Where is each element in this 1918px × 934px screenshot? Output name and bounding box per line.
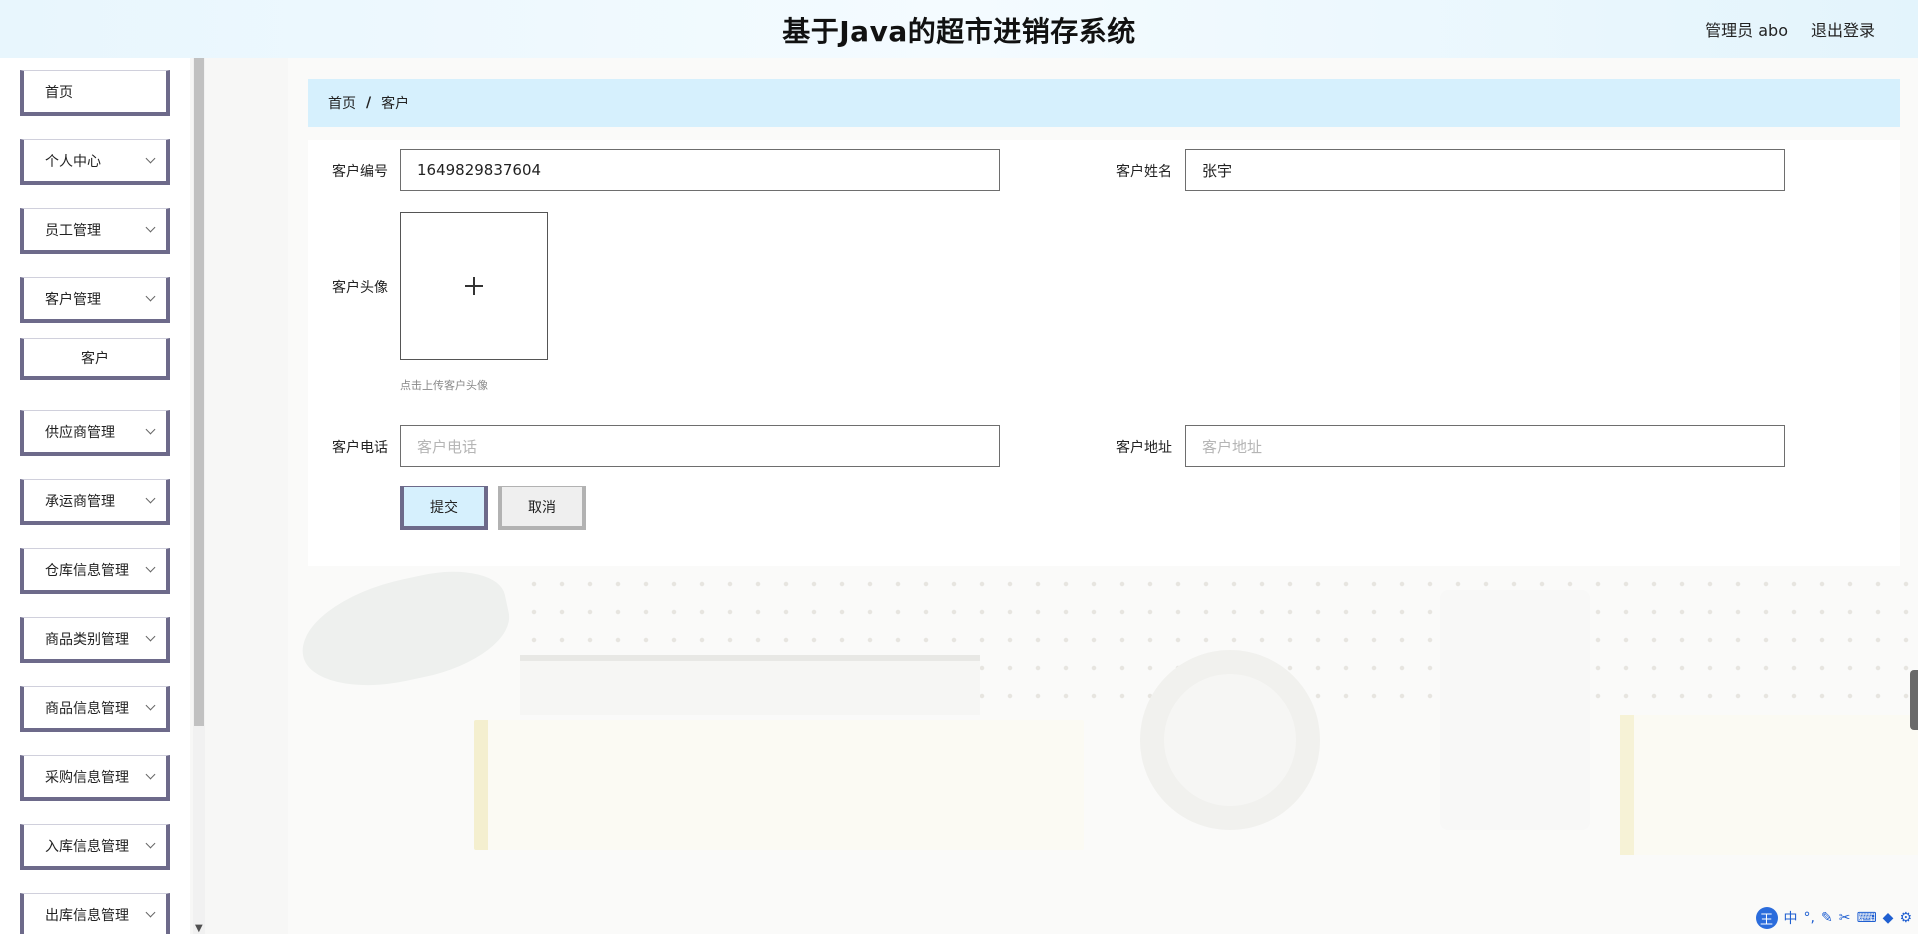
chevron-down-icon [145, 153, 156, 164]
sidebar-scrollbar[interactable]: ▼ [193, 58, 205, 934]
scissors-icon[interactable]: ✂ [1839, 910, 1851, 926]
sidebar-menu: 首页 个人中心 员工管理 客户管理 客户 供应商管理 承运商管理 仓库信息管理 … [0, 58, 190, 934]
chevron-down-icon [145, 700, 156, 711]
punctuation-icon[interactable]: °, [1804, 910, 1815, 926]
breadcrumb-home[interactable]: 首页 [328, 93, 356, 113]
submit-button[interactable]: 提交 [400, 486, 488, 530]
scroll-down-arrow-icon[interactable]: ▼ [195, 923, 203, 934]
chevron-down-icon [145, 562, 156, 573]
sidebar-item-home[interactable]: 首页 [20, 70, 170, 116]
skin-shirt-icon[interactable]: ◆ [1883, 910, 1894, 926]
sidebar-scrollbar-thumb[interactable] [194, 58, 204, 726]
chevron-down-icon [145, 907, 156, 918]
avatar-upload-tip: 点击上传客户头像 [400, 379, 488, 392]
avatar-upload-button[interactable] [400, 212, 548, 360]
sidebar-item-customers[interactable]: 客户管理 [20, 277, 170, 323]
sidebar-item-carriers[interactable]: 承运商管理 [20, 479, 170, 525]
customer-phone-label: 客户电话 [332, 440, 388, 456]
breadcrumb-current: 客户 [381, 96, 410, 112]
app-title: 基于Java的超市进销存系统 [782, 15, 1136, 48]
current-user: 管理员 abo [1705, 21, 1788, 40]
chevron-down-icon [145, 769, 156, 780]
sidebar-item-products[interactable]: 商品信息管理 [20, 686, 170, 732]
breadcrumb-separator: / [366, 95, 372, 111]
sidebar-item-label: 出库信息管理 [45, 907, 129, 924]
side-panel-handle[interactable] [1910, 670, 1918, 730]
customer-address-field[interactable]: 客户地址 [1185, 425, 1785, 467]
customer-id-label: 客户编号 [332, 164, 388, 180]
sidebar-item-purchases[interactable]: 采购信息管理 [20, 755, 170, 801]
customer-address-label: 客户地址 [1116, 440, 1172, 456]
sidebar-item-label: 入库信息管理 [45, 838, 129, 855]
customer-avatar-label: 客户头像 [332, 280, 388, 296]
sidebar-item-label: 商品信息管理 [45, 700, 129, 717]
sidebar-item-label: 首页 [45, 84, 73, 101]
sidebar-item-product-categories[interactable]: 商品类别管理 [20, 617, 170, 663]
ime-toolbar: 王 中 °, ✎ ✂ ⌨ ◆ ⚙ [1750, 906, 1918, 930]
ime-mode-toggle[interactable]: 中 [1784, 908, 1798, 928]
customer-id-field[interactable]: 1649829837604 [400, 149, 1000, 191]
sidebar-item-profile[interactable]: 个人中心 [20, 139, 170, 185]
customer-phone-field[interactable]: 客户电话 [400, 425, 1000, 467]
background-tray-decoration [520, 655, 980, 715]
cancel-button[interactable]: 取消 [498, 486, 586, 530]
sidebar-item-employees[interactable]: 员工管理 [20, 208, 170, 254]
pen-icon[interactable]: ✎ [1821, 910, 1833, 926]
sidebar-item-label: 员工管理 [45, 222, 101, 239]
top-header: 基于Java的超市进销存系统 管理员 abo 退出登录 [0, 0, 1918, 58]
chevron-down-icon [145, 838, 156, 849]
customer-name-field[interactable]: 张宇 [1185, 149, 1785, 191]
keyboard-icon[interactable]: ⌨ [1856, 910, 1876, 926]
sidebar-item-suppliers[interactable]: 供应商管理 [20, 410, 170, 456]
logout-link[interactable]: 退出登录 [1811, 17, 1875, 41]
sidebar-item-warehouses[interactable]: 仓库信息管理 [20, 548, 170, 594]
sidebar-subitem-customer[interactable]: 客户 [20, 338, 170, 380]
sidebar-item-label: 仓库信息管理 [45, 562, 129, 579]
plus-icon [465, 277, 483, 295]
ime-logo-icon[interactable]: 王 [1755, 907, 1778, 929]
sidebar-item-label: 采购信息管理 [45, 769, 129, 786]
background-tape-roll-decoration [1140, 650, 1320, 830]
chevron-down-icon [145, 631, 156, 642]
sidebar-item-outbound[interactable]: 出库信息管理 [20, 893, 170, 934]
sidebar-item-label: 客户 [81, 350, 109, 367]
chevron-down-icon [145, 424, 156, 435]
sidebar-item-label: 承运商管理 [45, 493, 115, 510]
sidebar-item-inbound[interactable]: 入库信息管理 [20, 824, 170, 870]
background-cylinder-decoration [1440, 590, 1590, 830]
chevron-down-icon [145, 222, 156, 233]
sidebar-item-label: 供应商管理 [45, 424, 115, 441]
chevron-down-icon [145, 291, 156, 302]
breadcrumb: 首页 / 客户 [308, 79, 1900, 127]
customer-name-label: 客户姓名 [1116, 164, 1172, 180]
sidebar-item-label: 客户管理 [45, 291, 101, 308]
sidebar-item-label: 个人中心 [45, 153, 101, 170]
sidebar-item-label: 商品类别管理 [45, 631, 129, 648]
chevron-down-icon [145, 493, 156, 504]
settings-gear-icon[interactable]: ⚙ [1899, 910, 1912, 926]
background-box-decoration [474, 720, 1084, 850]
background-block-decoration [1620, 715, 1918, 855]
customer-form: 客户编号 1649829837604 客户姓名 张宇 客户头像 点击上传客户头像… [308, 140, 1900, 566]
